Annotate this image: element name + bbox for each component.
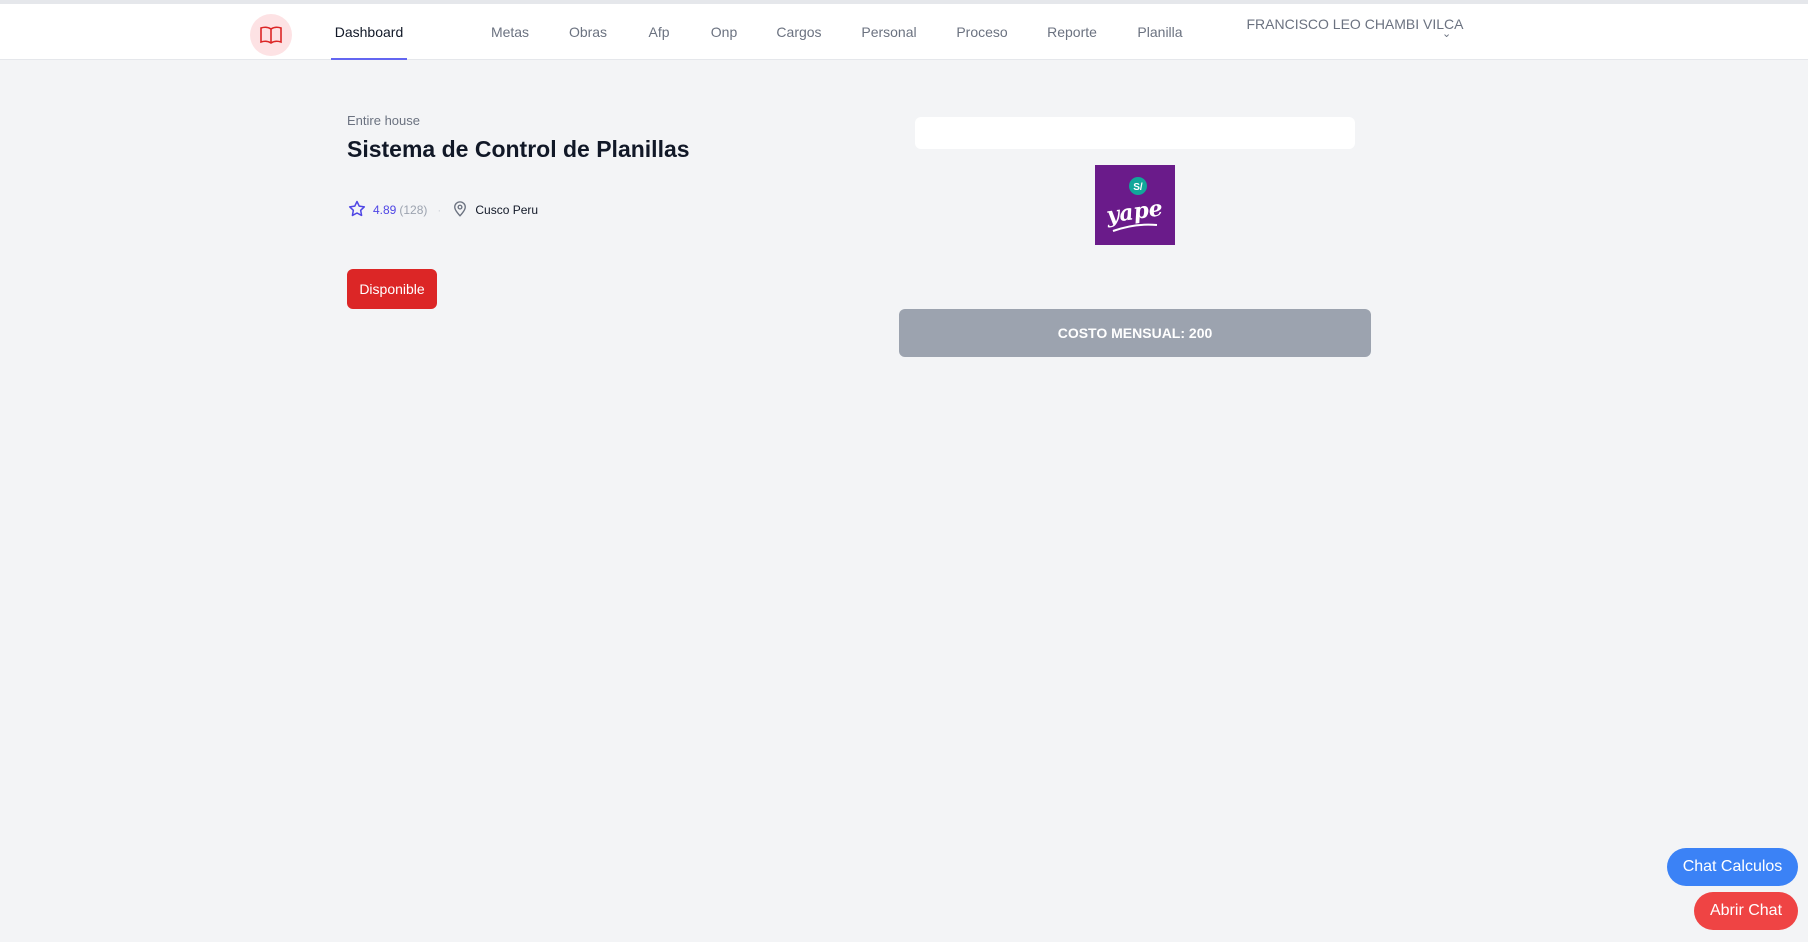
nav-afp[interactable]: Afp bbox=[644, 4, 674, 60]
listing-meta: 4.89 (128) · Cusco Peru bbox=[347, 198, 538, 222]
book-icon[interactable] bbox=[250, 14, 292, 56]
nav-personal[interactable]: Personal bbox=[858, 4, 920, 60]
listing-subtitle: Entire house bbox=[347, 113, 420, 128]
open-chat-button[interactable]: Abrir Chat bbox=[1694, 892, 1798, 930]
nav-dashboard[interactable]: Dashboard bbox=[331, 4, 407, 60]
rating-value: 4.89 bbox=[373, 203, 397, 217]
yape-badge-text: S/ bbox=[1133, 182, 1143, 193]
nav-reporte[interactable]: Reporte bbox=[1044, 4, 1100, 60]
star-icon bbox=[347, 199, 367, 222]
user-menu[interactable]: FRANCISCO LEO CHAMBI VILCA bbox=[1245, 16, 1465, 50]
page-title: Sistema de Control de Planillas bbox=[347, 136, 690, 162]
chat-calculos-button[interactable]: Chat Calculos bbox=[1667, 848, 1798, 886]
review-count: (128) bbox=[399, 203, 428, 217]
payment-input[interactable] bbox=[915, 117, 1355, 149]
nav-cargos[interactable]: Cargos bbox=[774, 4, 824, 60]
chevron-down-icon[interactable]: ⌄ bbox=[1442, 27, 1451, 40]
availability-button[interactable]: Disponible bbox=[347, 269, 437, 309]
yape-logo: S/ yape bbox=[1095, 165, 1175, 245]
location-text: Cusco Peru bbox=[475, 203, 539, 217]
nav-metas[interactable]: Metas bbox=[486, 4, 534, 60]
nav-planilla[interactable]: Planilla bbox=[1134, 4, 1186, 60]
nav-obras[interactable]: Obras bbox=[566, 4, 610, 60]
monthly-cost-button[interactable]: COSTO MENSUAL: 200 bbox=[899, 309, 1371, 357]
top-navbar: Dashboard Metas Obras Afp Onp Cargos Per… bbox=[0, 4, 1808, 60]
nav-onp[interactable]: Onp bbox=[708, 4, 740, 60]
location-pin-icon bbox=[451, 200, 469, 221]
separator-dot: · bbox=[437, 203, 442, 217]
nav-proceso[interactable]: Proceso bbox=[954, 4, 1010, 60]
